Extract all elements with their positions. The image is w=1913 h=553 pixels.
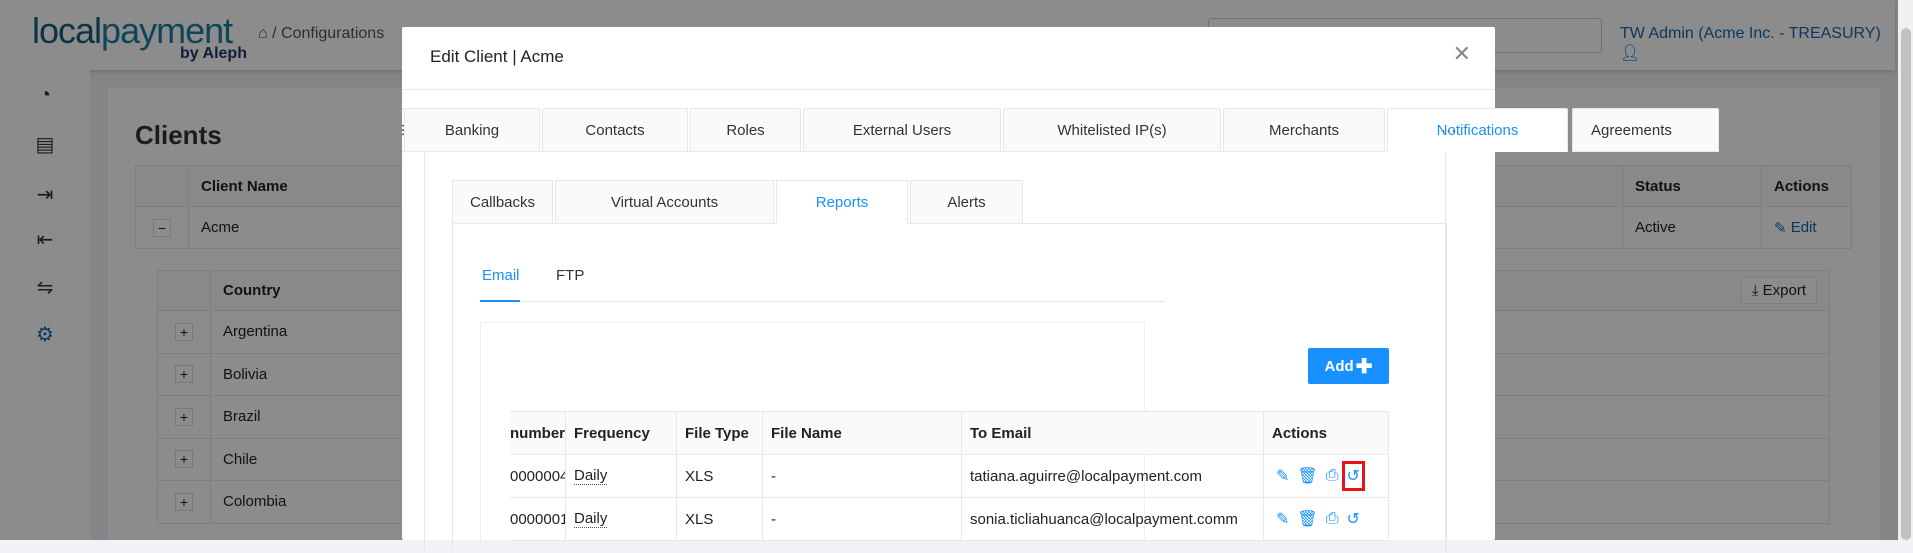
- edit-client-modal: Edit Client | Acme ✕ SettingsBankingCont…: [402, 27, 1719, 553]
- subtab-reports[interactable]: Reports: [776, 180, 908, 224]
- divider: [480, 301, 1165, 302]
- tab-notifications[interactable]: Notifications: [1387, 108, 1568, 152]
- divider: [402, 89, 1495, 90]
- frequency-value: Daily: [574, 510, 608, 528]
- col-header-number: number: [510, 411, 566, 455]
- tab-email[interactable]: Email: [482, 267, 520, 284]
- row-actions: ✎ 🗑︎ ⎙ ↺: [1264, 455, 1389, 498]
- tab-roles[interactable]: Roles: [690, 108, 801, 152]
- plus-icon: ✚: [1355, 355, 1373, 378]
- number-value: 00000015: [510, 510, 565, 528]
- col-header-file-type: File Type: [677, 411, 763, 455]
- subtab-virtual-accounts[interactable]: Virtual Accounts: [555, 180, 774, 224]
- file-type-value: XLS: [685, 467, 714, 485]
- subtab-alerts[interactable]: Alerts: [910, 180, 1023, 224]
- tab-contacts[interactable]: Contacts: [542, 108, 688, 152]
- scrollbar-thumb[interactable]: [1901, 28, 1911, 540]
- tab-banking[interactable]: Banking: [404, 108, 540, 152]
- pencil-icon[interactable]: ✎: [1276, 466, 1289, 486]
- file-name-value: -: [771, 510, 776, 528]
- cell-number: 00000015: [510, 498, 566, 541]
- file-name-value: -: [771, 467, 776, 485]
- cell-to-email: tatiana.aguirre@localpayment.com: [962, 455, 1264, 498]
- col-header-actions: Actions: [1264, 411, 1389, 455]
- cell-frequency: Daily: [566, 498, 677, 541]
- cell-file-name: -: [763, 455, 962, 498]
- print-icon[interactable]: ⎙: [1326, 467, 1339, 485]
- trash-icon[interactable]: 🗑︎: [1297, 466, 1317, 486]
- col-header-frequency: Frequency: [566, 411, 677, 455]
- row-actions: ✎ 🗑︎ ⎙ ↺: [1264, 498, 1389, 541]
- file-type-value: XLS: [685, 510, 714, 528]
- subtab-callbacks[interactable]: Callbacks: [452, 180, 553, 224]
- tab-ftp[interactable]: FTP: [556, 267, 584, 284]
- history-icon[interactable]: ↺: [1347, 509, 1360, 529]
- trash-icon[interactable]: 🗑︎: [1297, 509, 1317, 529]
- col-header-to-email: To Email: [962, 411, 1264, 455]
- number-value: 00000044: [510, 467, 565, 485]
- col-header-file-name: File Name: [763, 411, 962, 455]
- print-icon[interactable]: ⎙: [1326, 510, 1339, 528]
- tab-agreements[interactable]: Agreements: [1572, 108, 1719, 152]
- tab-external-users[interactable]: External Users: [803, 108, 1001, 152]
- active-tab-indicator: [480, 300, 520, 302]
- cell-frequency: Daily: [566, 455, 677, 498]
- tab-whitelisted-ip-s-[interactable]: Whitelisted IP(s): [1003, 108, 1221, 152]
- to-email-value: sonia.ticliahuanca@localpayment.comm: [970, 510, 1238, 528]
- more-tabs-button[interactable]: ···: [1441, 122, 1456, 139]
- cell-to-email: sonia.ticliahuanca@localpayment.comm: [962, 498, 1264, 541]
- frequency-value: Daily: [574, 467, 608, 485]
- pencil-icon[interactable]: ✎: [1276, 509, 1289, 529]
- tab-merchants[interactable]: Merchants: [1223, 108, 1385, 152]
- cell-file-type: XLS: [677, 455, 763, 498]
- cell-file-name: -: [763, 498, 962, 541]
- add-button[interactable]: Add ✚: [1308, 348, 1389, 384]
- to-email-value: tatiana.aguirre@localpayment.com: [970, 467, 1203, 485]
- history-icon[interactable]: ↺: [1341, 461, 1366, 491]
- close-icon[interactable]: ✕: [1453, 41, 1471, 67]
- cell-number: 00000044: [510, 455, 566, 498]
- cell-file-type: XLS: [677, 498, 763, 541]
- modal-title: Edit Client | Acme: [430, 47, 564, 66]
